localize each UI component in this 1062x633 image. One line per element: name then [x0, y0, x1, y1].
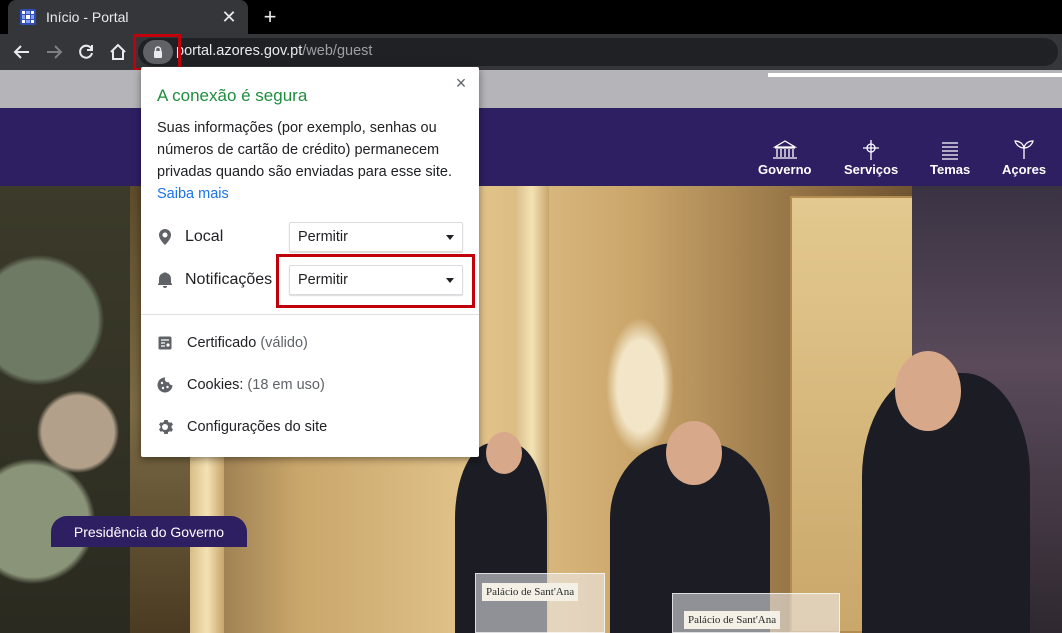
url-domain: portal.azores.gov.pt: [176, 43, 303, 59]
nav-label: Temas: [930, 162, 971, 177]
presidencia-badge[interactable]: Presidência do Governo: [51, 516, 247, 547]
permission-row-notifications: Notificações Permitir: [157, 264, 467, 296]
url-path: /web/guest: [302, 43, 373, 59]
nav-label: Governo: [758, 162, 812, 177]
certificate-row[interactable]: Certificado (válido): [157, 328, 467, 358]
lock-icon: [154, 46, 162, 58]
podium-left: [475, 573, 605, 633]
plant-icon: [1014, 140, 1034, 159]
location-pin-icon: [157, 229, 173, 245]
chevron-down-icon: [446, 235, 454, 240]
arrow-right-icon: [47, 45, 63, 59]
building-icon: [772, 140, 798, 159]
connection-status-title: A conexão é segura: [157, 86, 308, 105]
browser-tab[interactable]: Início - Portal ✕: [8, 0, 248, 34]
list-icon: [942, 142, 959, 160]
learn-more-link[interactable]: Saiba mais: [157, 186, 229, 202]
item-label: Certificado: [187, 335, 257, 351]
item-sub: (válido): [260, 335, 308, 351]
reload-button[interactable]: [73, 39, 99, 65]
notifications-permission-select[interactable]: Permitir: [289, 265, 463, 295]
item-sub: (18 em uso): [247, 377, 325, 393]
permission-label: Notificações: [185, 271, 273, 288]
connection-description: Suas informações (por exemplo, senhas ou…: [157, 117, 467, 205]
browser-window: Início - Portal ✕ + portal.azores.gov.pt…: [0, 0, 1062, 633]
cookie-icon: [157, 377, 173, 393]
nav-acores[interactable]: Açores: [1002, 140, 1046, 177]
site-info-popup: × A conexão é segura Suas informações (p…: [141, 67, 479, 457]
certificate-icon: [157, 335, 173, 351]
reload-icon: [79, 44, 93, 59]
nav-label: Serviços: [844, 162, 899, 177]
gear-icon: [157, 419, 173, 435]
nav-governo[interactable]: Governo: [758, 140, 811, 177]
compass-icon: [863, 140, 880, 160]
forward-button[interactable]: [41, 39, 67, 65]
popup-divider: [141, 314, 479, 315]
new-tab-button[interactable]: +: [258, 5, 282, 29]
url-text[interactable]: portal.azores.gov.pt/web/guest: [176, 41, 372, 61]
tab-title: Início - Portal: [46, 9, 129, 25]
site-info-button[interactable]: [143, 40, 173, 64]
back-button[interactable]: [9, 39, 35, 65]
hero-mural-left: [0, 186, 130, 633]
tab-strip: Início - Portal ✕ +: [0, 0, 1062, 34]
arrow-left-icon: [13, 45, 29, 59]
person-center-face: [666, 421, 722, 485]
person-right-face: [895, 351, 961, 431]
nav-label: Açores: [1002, 162, 1047, 177]
item-label: Configurações do site: [187, 419, 328, 435]
select-value: Permitir: [298, 229, 348, 245]
home-button[interactable]: [105, 39, 131, 65]
bell-icon: [157, 272, 173, 288]
site-favicon-icon: [20, 9, 36, 25]
home-icon: [110, 43, 126, 60]
person-left-face: [486, 432, 522, 474]
tab-close-icon[interactable]: ✕: [220, 8, 238, 26]
permission-row-location: Local Permitir: [157, 221, 467, 253]
podium-label: Palácio de Sant'Ana: [684, 611, 781, 629]
podium-label: Palácio de Sant'Ana: [482, 583, 579, 601]
select-value: Permitir: [298, 272, 348, 288]
close-icon[interactable]: ×: [453, 74, 469, 92]
permission-label: Local: [185, 228, 224, 245]
nav-temas[interactable]: Temas: [930, 140, 970, 177]
active-indicator: [768, 73, 1062, 77]
nav-servicos[interactable]: Serviços: [844, 140, 898, 177]
location-permission-select[interactable]: Permitir: [289, 222, 463, 252]
site-settings-row[interactable]: Configurações do site: [157, 412, 467, 442]
description-text: Suas informações (por exemplo, senhas ou…: [157, 120, 453, 180]
item-label: Cookies:: [187, 377, 244, 393]
chevron-down-icon: [446, 278, 454, 283]
cookies-row[interactable]: Cookies: (18 em uso): [157, 370, 467, 400]
